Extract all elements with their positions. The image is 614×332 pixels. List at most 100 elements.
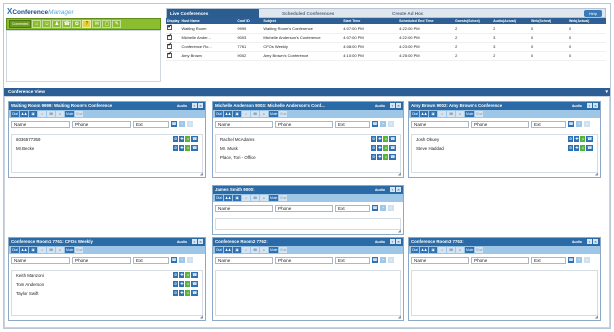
mute-icon[interactable]: ⊘ — [173, 145, 179, 151]
panel-title-bar[interactable]: Conference Room3 7763: Audio ▪ × — [409, 238, 600, 246]
gear-icon[interactable]: ✿ — [72, 20, 82, 28]
hangup-icon[interactable]: ☎ — [191, 281, 198, 287]
lock-icon[interactable]: ▣ — [29, 111, 37, 117]
phone-field[interactable]: Phone — [275, 120, 333, 128]
lock-icon[interactable]: ▣ — [233, 111, 241, 117]
minimize-icon[interactable]: ▪ — [390, 187, 395, 192]
hold-icon[interactable]: ✚ — [179, 290, 185, 296]
participant-row[interactable]: Place, Tori - Office ⊘ ✚ ♫ ☎ — [216, 153, 400, 162]
mute-all-button[interactable]: Mute — [465, 247, 475, 253]
conference-view-bar[interactable]: Conference View ▾ — [4, 88, 610, 96]
participant-row[interactable]: Josh Okuey ⊘ ✚ ♫ ☎ — [412, 135, 597, 144]
dial-button[interactable]: Dial — [11, 111, 19, 117]
mute-icon[interactable]: ⊘ — [371, 154, 377, 160]
minimize-icon[interactable]: ▪ — [587, 103, 592, 108]
table-row[interactable]: Michelle Ander... 9003 Michelle Anderson… — [166, 33, 606, 43]
phone-icon[interactable]: ☎ — [447, 247, 455, 253]
participant-row[interactable]: 6036577359 ⊘ ✚ ♫ ☎ — [12, 135, 202, 144]
hold-icon[interactable]: ✚ — [377, 136, 383, 142]
music-icon[interactable]: ♫ — [438, 247, 446, 253]
phone-icon[interactable]: ☎ — [47, 247, 55, 253]
end-button[interactable]: End — [475, 247, 484, 253]
add-icon[interactable]: + — [380, 257, 386, 263]
users-icon[interactable]: ♟♟ — [20, 111, 28, 117]
mute-icon[interactable]: ⊘ — [371, 136, 377, 142]
hangup-icon[interactable]: ☎ — [586, 145, 593, 151]
dial-button[interactable]: Dial — [411, 111, 419, 117]
mute-icon[interactable]: ⊘ — [173, 281, 179, 287]
add-icon[interactable]: + — [380, 205, 386, 211]
dial-out-button[interactable]: ☎ — [372, 257, 378, 263]
music-icon[interactable]: ♫ — [383, 154, 389, 160]
add-icon[interactable]: + — [576, 121, 582, 127]
home-icon[interactable]: ⌂ — [32, 20, 42, 28]
hold-icon[interactable]: ✚ — [574, 145, 580, 151]
music-icon[interactable]: ♫ — [242, 247, 250, 253]
display-checkbox[interactable] — [167, 33, 172, 40]
dial-out-button[interactable]: ☎ — [171, 121, 177, 127]
close-icon[interactable]: × — [593, 103, 598, 108]
minimize-icon[interactable]: ▪ — [390, 239, 395, 244]
mute-icon[interactable]: ⊘ — [371, 145, 377, 151]
add-icon[interactable]: + — [576, 257, 582, 263]
lock-icon[interactable]: ▣ — [429, 111, 437, 117]
table-row[interactable]: Amy Brown 9002 Amy Brown's Conference 4:… — [166, 51, 606, 61]
panel-title-bar[interactable]: James Smith 9000: Audio ▪ × — [213, 186, 403, 194]
users-icon[interactable]: ♟♟ — [420, 111, 428, 117]
phone-field[interactable]: Phone — [471, 256, 529, 264]
mail-icon[interactable]: ✉ — [92, 20, 102, 28]
ext-field[interactable]: Ext — [335, 120, 370, 128]
tab-create-ad-hoc[interactable]: Create Ad Hoc — [389, 9, 426, 18]
record-icon[interactable]: ● — [260, 247, 268, 253]
hold-icon[interactable]: ✚ — [179, 136, 185, 142]
participant-row[interactable]: Steve Haddad ⊘ ✚ ♫ ☎ — [412, 144, 597, 153]
display-checkbox[interactable] — [167, 51, 172, 58]
minimize-icon[interactable]: ▪ — [192, 239, 197, 244]
panel-title-bar[interactable]: Waiting Room 9999: Waiting Room's Confer… — [9, 102, 205, 110]
chevron-down-icon[interactable]: ▾ — [605, 88, 608, 96]
clear-icon[interactable]: × — [388, 121, 394, 127]
close-icon[interactable]: × — [396, 239, 401, 244]
dial-out-button[interactable]: ☎ — [568, 121, 574, 127]
music-icon[interactable]: ♫ — [383, 136, 389, 142]
end-button[interactable]: End — [279, 195, 288, 201]
end-button[interactable]: End — [475, 111, 484, 117]
users-icon[interactable]: ♟♟ — [224, 195, 232, 201]
close-icon[interactable]: × — [593, 239, 598, 244]
add-icon[interactable]: + — [179, 257, 185, 263]
phone-field[interactable]: Phone — [72, 120, 131, 128]
hold-icon[interactable]: ✚ — [179, 272, 185, 278]
participant-row[interactable]: Tom Anderson ⊘ ✚ ♫ ☎ — [12, 280, 202, 289]
phone-icon[interactable]: ☎ — [447, 111, 455, 117]
lock-icon[interactable]: ▣ — [233, 195, 241, 201]
hangup-icon[interactable]: ☎ — [191, 145, 198, 151]
minimize-icon[interactable]: ▪ — [587, 239, 592, 244]
music-icon[interactable]: ♫ — [38, 111, 46, 117]
phone-icon[interactable]: ☎ — [251, 195, 259, 201]
hangup-icon[interactable]: ☎ — [389, 145, 396, 151]
mute-icon[interactable]: ⊘ — [568, 145, 574, 151]
lock-icon[interactable]: ▣ — [29, 247, 37, 253]
music-icon[interactable]: ♫ — [185, 272, 191, 278]
mute-icon[interactable]: ⊘ — [568, 136, 574, 142]
dial-button[interactable]: Dial — [215, 247, 223, 253]
participant-row[interactable]: Mr.Becke ⊘ ✚ ♫ ☎ — [12, 144, 202, 153]
resize-handle-icon[interactable]: ◢ — [200, 171, 203, 176]
add-icon[interactable]: + — [179, 121, 185, 127]
connected-button[interactable]: Connected — [9, 20, 32, 28]
phone-field[interactable]: Phone — [471, 120, 529, 128]
add-icon[interactable]: + — [380, 121, 386, 127]
ext-field[interactable]: Ext — [531, 256, 566, 264]
end-button[interactable]: End — [75, 111, 84, 117]
mute-all-button[interactable]: Mute — [269, 195, 279, 201]
mute-icon[interactable]: ⊘ — [173, 272, 179, 278]
resize-handle-icon[interactable]: ◢ — [398, 171, 401, 176]
participant-row[interactable]: Taylor Swift ⊘ ✚ ♫ ☎ — [12, 289, 202, 298]
clear-icon[interactable]: × — [388, 257, 394, 263]
mute-all-button[interactable]: Mute — [65, 111, 75, 117]
close-icon[interactable]: × — [198, 103, 203, 108]
mute-all-button[interactable]: Mute — [465, 111, 475, 117]
name-field[interactable]: Name — [411, 256, 469, 264]
lock-icon[interactable]: ▣ — [429, 247, 437, 253]
music-icon[interactable]: ♫ — [438, 111, 446, 117]
